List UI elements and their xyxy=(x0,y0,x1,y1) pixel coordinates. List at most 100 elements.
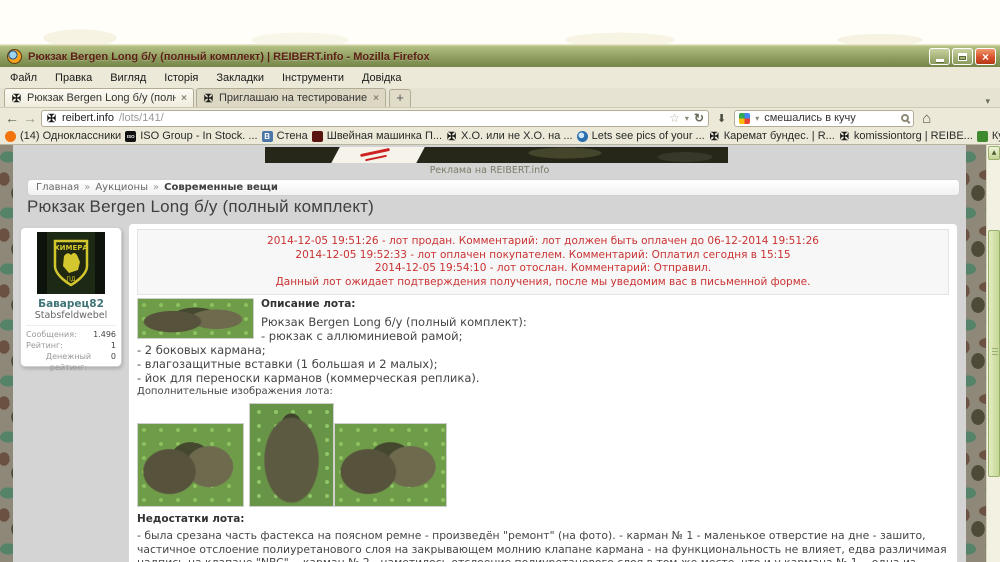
breadcrumb-home[interactable]: Главная xyxy=(36,182,79,193)
lot-photo-inserts[interactable] xyxy=(334,423,447,507)
tab-label: Приглашаю на тестирование аукцион... xyxy=(219,92,368,104)
defects-heading: Недостатки лота: xyxy=(137,513,245,525)
svg-text:ХИМЕРА: ХИМЕРА xyxy=(54,244,88,252)
iron-cross-icon: ✠ xyxy=(203,92,214,105)
status-line: 2014-12-05 19:54:10 - лот отослан. Комме… xyxy=(374,262,712,274)
tab-inactive[interactable]: ✠ Приглашаю на тестирование аукцион... × xyxy=(196,88,386,107)
scroll-up-icon[interactable]: ▲ xyxy=(988,146,1000,160)
menu-tools[interactable]: Інструменти xyxy=(282,72,344,84)
breadcrumb-current[interactable]: Современные вещи xyxy=(164,182,278,193)
svg-text:ПД: ПД xyxy=(66,276,76,283)
banner-image[interactable] xyxy=(265,147,728,163)
site-favicon-icon: ✠ xyxy=(46,112,57,125)
search-engine-dropdown-icon[interactable]: ▾ xyxy=(755,114,759,123)
lot-message: 2014-12-05 19:51:26 - лот продан. Коммен… xyxy=(128,223,958,562)
vk-icon: В xyxy=(261,130,273,142)
bookmark-item[interactable]: В Стена xyxy=(261,130,308,142)
description-item: - влагозащитные вставки (1 большая и 2 м… xyxy=(137,357,438,371)
breadcrumb-separator: » xyxy=(152,182,160,193)
url-bar[interactable]: ✠ reibert.info/lots/141/ ☆ ▾ ↻ xyxy=(41,109,709,127)
search-icon[interactable] xyxy=(901,114,910,122)
new-tab-button[interactable]: + xyxy=(389,89,411,107)
lot-main-photo[interactable] xyxy=(137,298,254,339)
lot-photo-frame[interactable] xyxy=(249,403,334,507)
google-logo-icon xyxy=(739,112,751,124)
username-link[interactable]: Баварец82 xyxy=(26,298,116,310)
bookmark-star-icon[interactable]: ☆ xyxy=(669,111,680,125)
back-button[interactable]: ← xyxy=(5,111,19,125)
tab-close-icon[interactable]: × xyxy=(373,93,379,104)
minimize-button[interactable] xyxy=(929,48,950,65)
desktop-band xyxy=(0,0,1000,45)
status-line: 2014-12-05 19:51:26 - лот продан. Коммен… xyxy=(267,235,819,247)
bookmark-item[interactable]: ISO ISO Group - In Stock. ... xyxy=(125,130,258,142)
page-title: Рюкзак Bergen Long б/у (полный комплект) xyxy=(27,197,375,216)
menu-history[interactable]: Історія xyxy=(164,72,198,84)
lot-description: Описание лота: Рюкзак Bergen Long б/у (п… xyxy=(137,298,949,562)
description-heading: Описание лота: xyxy=(261,298,356,310)
tab-label: Рюкзак Bergen Long б/у (полный компл... xyxy=(27,92,177,104)
iron-cross-icon: ✠ xyxy=(446,130,457,143)
tab-list-dropdown-icon[interactable]: ▾ xyxy=(985,96,998,107)
iron-cross-icon: ✠ xyxy=(11,92,22,105)
navigation-bar: ← → ✠ reibert.info/lots/141/ ☆ ▾ ↻ ⬇ ▾ с… xyxy=(0,108,1000,128)
lot-status-box: 2014-12-05 19:51:26 - лот продан. Коммен… xyxy=(137,229,949,295)
avatar[interactable]: ХИМЕРА ПД xyxy=(37,232,105,294)
iron-cross-icon: ✠ xyxy=(839,130,849,143)
description-item: - рюкзак с аллюминиевой рамой; xyxy=(261,329,463,343)
restore-button[interactable] xyxy=(952,48,973,65)
bookmark-item[interactable]: ✠ Х.О. или не Х.О. на ... xyxy=(446,130,573,143)
page-viewport: Реклама на REIBERT.info Главная » Аукцио… xyxy=(0,145,1000,562)
home-icon[interactable]: ⌂ xyxy=(922,111,931,126)
menu-view[interactable]: Вигляд xyxy=(110,72,146,84)
url-host: reibert.info xyxy=(62,112,114,124)
user-stats: Сообщения: 1.496 Рейтинг: 1 Денежный рей… xyxy=(26,325,116,373)
stat-row: Рейтинг: 1 xyxy=(26,341,116,350)
bookmark-item[interactable]: ✠ komissiontorg | REIBE... xyxy=(839,130,973,143)
stat-row: Сообщения: 1.496 xyxy=(26,330,116,339)
close-button[interactable]: × xyxy=(975,48,996,65)
window-titlebar[interactable]: Рюкзак Bergen Long б/у (полный комплект)… xyxy=(0,45,1000,67)
reload-icon[interactable]: ↻ xyxy=(694,111,704,125)
lot-photo-pockets[interactable] xyxy=(137,423,244,507)
search-input[interactable]: ▾ смешались в кучу xyxy=(734,109,915,127)
menu-help[interactable]: Довідка xyxy=(362,72,402,84)
stat-row: Денежный рейтинг: 0 xyxy=(45,352,116,372)
defects-text: - была срезана часть фастекса на поясном… xyxy=(137,529,947,562)
tab-active[interactable]: ✠ Рюкзак Bergen Long б/у (полный компл..… xyxy=(4,88,194,107)
description-intro: Рюкзак Bergen Long б/у (полный комплект)… xyxy=(261,315,527,329)
description-item: - 2 боковых кармана; xyxy=(137,343,266,357)
bookmark-item[interactable]: Куртки - Утеплител... xyxy=(976,130,1000,142)
breadcrumb: Главная » Аукционы » Современные вещи xyxy=(27,179,960,196)
bookmark-item[interactable]: Швейная машинка П... xyxy=(311,130,442,142)
screenshot-root: Рюкзак Bergen Long б/у (полный комплект)… xyxy=(0,0,1000,562)
bookmark-item[interactable]: (14) Одноклассники xyxy=(5,130,121,142)
description-item: - йок для переноски карманов (коммерческ… xyxy=(137,371,480,385)
menu-file[interactable]: Файл xyxy=(10,72,37,84)
url-path: /lots/141/ xyxy=(118,112,164,124)
iron-cross-icon: ✠ xyxy=(709,130,719,143)
downloads-icon[interactable]: ⬇ xyxy=(717,112,726,125)
forward-button[interactable]: → xyxy=(23,111,37,125)
page-scrollbar[interactable]: ▲ xyxy=(986,145,1000,562)
search-value: смешались в кучу xyxy=(764,112,856,124)
lot-thumbnails xyxy=(134,403,949,507)
breadcrumb-auctions[interactable]: Аукционы xyxy=(95,182,148,193)
globe-icon xyxy=(576,130,588,142)
menu-edit[interactable]: Правка xyxy=(55,72,92,84)
tab-close-icon[interactable]: × xyxy=(181,93,187,104)
status-line: Данный лот ожидает подтверждения получен… xyxy=(275,275,811,288)
tab-bar: ✠ Рюкзак Bergen Long б/у (полный компл..… xyxy=(0,88,1000,108)
ad-caption[interactable]: Реклама на REIBERT.info xyxy=(13,165,966,176)
bookmark-item[interactable]: ✠ Каремат бундес. | R... xyxy=(709,130,835,143)
user-rank: Stabsfeldwebel xyxy=(34,310,108,321)
user-card: ХИМЕРА ПД Баварец82 Stabsfeldwebel Сообщ… xyxy=(20,227,122,372)
scrollbar-thumb[interactable] xyxy=(988,230,1000,477)
firefox-icon xyxy=(7,49,22,64)
menu-bar: Файл Правка Вигляд Історія Закладки Інст… xyxy=(0,67,1000,88)
breadcrumb-separator: » xyxy=(84,182,91,193)
menu-bookmarks[interactable]: Закладки xyxy=(216,72,264,84)
bookmark-item[interactable]: Lets see pics of your ... xyxy=(576,130,705,142)
url-dropdown-icon[interactable]: ▾ xyxy=(685,114,689,123)
extra-images-label: Дополнительные изображения лота: xyxy=(137,386,333,397)
